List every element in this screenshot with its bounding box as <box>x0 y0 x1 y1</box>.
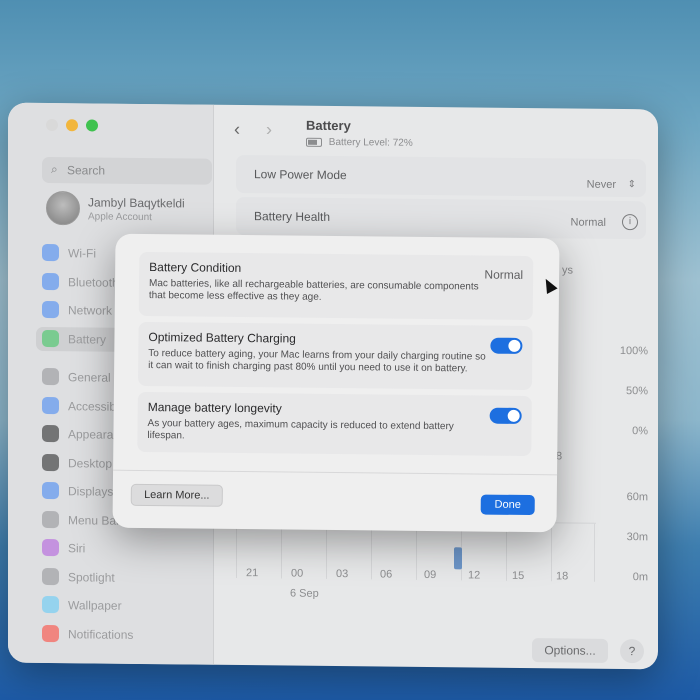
battery-level-label: Battery Level: 72% <box>328 136 413 149</box>
gear-icon <box>42 367 59 386</box>
pct-100-label: 100% <box>619 345 648 358</box>
optimized-charging-title: Optimized Battery Charging <box>148 330 296 346</box>
siri-icon <box>42 538 59 557</box>
sidebar-item-label: Notifications <box>68 626 134 642</box>
updown-chevron-icon[interactable]: ⇕ <box>628 179 636 190</box>
sidebar-item-label: Network <box>68 303 113 318</box>
zoom-window-button[interactable] <box>86 119 98 132</box>
page-title: Battery <box>306 117 351 134</box>
x-tick-label: 12 <box>468 569 481 582</box>
battery-condition-desc: Mac batteries, like all rechargeable bat… <box>148 278 479 303</box>
x-tick-label: 06 <box>380 568 393 581</box>
forward-chevron-icon[interactable]: › <box>266 119 272 140</box>
done-button[interactable]: Done <box>480 494 535 516</box>
sidebar-item-label: Battery <box>68 331 107 347</box>
sidebar-item-label: Displays <box>68 484 114 499</box>
usage-bar <box>454 547 462 570</box>
sidebar-item-label: Bluetooth <box>68 274 119 290</box>
toggle-knob <box>507 409 520 422</box>
grid-line <box>551 523 552 582</box>
account-subtitle: Apple Account <box>88 211 152 224</box>
x-tick-label: 18 <box>556 570 569 583</box>
battery-longevity-card: Manage battery longevity As your battery… <box>137 391 532 457</box>
x-tick-label: 00 <box>291 567 304 580</box>
search-placeholder: Search <box>67 163 106 178</box>
battery-icon <box>306 137 322 147</box>
sidebar-item-label: Spotlight <box>68 569 115 585</box>
dialog-divider <box>113 469 558 476</box>
search-icon: ⌕ <box>51 162 58 177</box>
pct-0-label: 0% <box>632 425 648 438</box>
battery-health-dialog: Battery Condition Normal Mac batteries, … <box>112 233 560 533</box>
dock-icon <box>42 453 59 471</box>
pct-50-label: 50% <box>625 385 648 398</box>
sidebar-item-wallpaper[interactable]: Wallpaper <box>36 593 212 619</box>
x-tick-label: 15 <box>512 569 525 583</box>
battery-health-value: Normal <box>570 216 606 229</box>
min-0-label: 0m <box>632 571 648 584</box>
avatar <box>46 190 80 226</box>
optimized-charging-toggle[interactable] <box>490 337 523 354</box>
battery-longevity-toggle[interactable] <box>489 407 522 424</box>
optimized-charging-card: Optimized Battery Charging To reduce bat… <box>137 321 533 391</box>
wifi-icon <box>42 243 59 262</box>
close-window-button[interactable] <box>46 118 58 132</box>
x-tick-label: 21 <box>246 567 259 580</box>
battery-health-label: Battery Health <box>254 209 331 224</box>
battery-icon <box>42 329 59 347</box>
info-icon[interactable]: i <box>622 214 638 231</box>
help-button[interactable]: ? <box>620 639 644 664</box>
battery-fill <box>308 139 317 145</box>
search-input[interactable]: ⌕ Search <box>42 156 212 185</box>
menu-bar-icon <box>42 510 59 528</box>
sidebar-item-label: Wi-Fi <box>68 246 96 261</box>
battery-condition-card: Battery Condition Normal Mac batteries, … <box>138 251 534 321</box>
account-name: Jambyl Baqytkeldi <box>88 195 185 211</box>
optimized-charging-desc: To reduce battery aging, your Mac learns… <box>148 348 486 375</box>
bluetooth-icon <box>42 272 59 290</box>
date-label: 6 Sep <box>290 587 319 600</box>
low-power-mode-value[interactable]: Never <box>587 179 616 191</box>
battery-level: Battery Level: 72% <box>306 137 413 149</box>
battery-longevity-title: Manage battery longevity <box>147 400 282 416</box>
grid-line <box>594 523 595 582</box>
notifications-icon <box>42 624 59 642</box>
battery-longevity-desc: As your battery ages, maximum capacity i… <box>147 418 454 442</box>
sidebar-item-spotlight[interactable]: Spotlight <box>36 564 212 590</box>
minimize-window-button[interactable] <box>66 119 78 132</box>
toggle-knob <box>508 339 521 352</box>
display-icon <box>42 481 59 500</box>
x-tick-label: 09 <box>424 568 437 582</box>
sidebar-item-label: Wallpaper <box>68 598 122 613</box>
min-30-label: 30m <box>626 531 648 544</box>
battery-condition-title: Battery Condition <box>149 260 242 276</box>
sidebar-item-label: Siri <box>68 541 86 556</box>
account-item[interactable]: Jambyl Baqytkeldi Apple Account <box>42 190 212 233</box>
sidebar-item-notifications[interactable]: Notifications <box>36 621 212 647</box>
wallpaper-icon <box>42 595 59 614</box>
sidebar-item-siri[interactable]: Siri <box>36 536 212 562</box>
globe-icon <box>42 300 59 319</box>
low-power-mode-row: Low Power Mode Never ⇕ <box>236 154 646 198</box>
min-60-label: 60m <box>626 491 648 504</box>
accessibility-icon <box>42 396 59 414</box>
battery-condition-value: Normal <box>484 267 524 282</box>
spotlight-icon <box>42 567 59 585</box>
x-tick-label: 03 <box>336 568 349 581</box>
battery-health-row: Battery Health Normal i <box>236 196 646 240</box>
partial-tab-text: ys <box>562 264 573 277</box>
learn-more-button[interactable]: Learn More... <box>130 483 223 507</box>
sidebar-item-label: General <box>68 370 111 385</box>
low-power-mode-label: Low Power Mode <box>254 167 347 183</box>
appearance-icon <box>42 424 59 443</box>
options-button[interactable]: Options... <box>532 638 608 663</box>
back-chevron-icon[interactable]: ‹ <box>234 119 240 140</box>
